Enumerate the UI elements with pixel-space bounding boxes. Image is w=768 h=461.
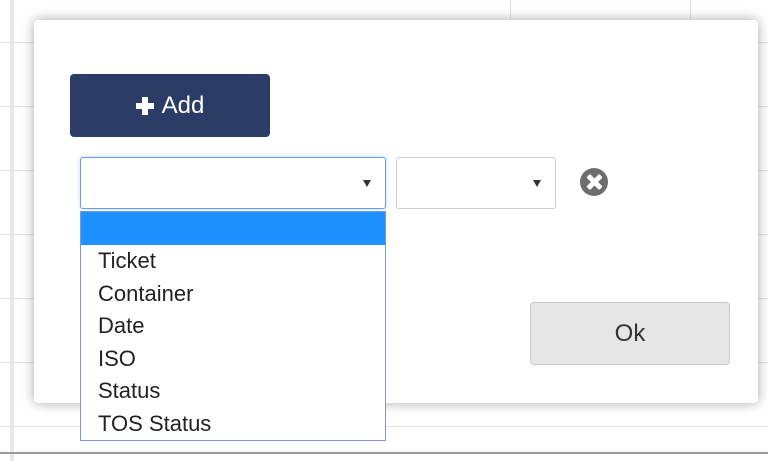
- background-frame-bottom: [0, 452, 768, 454]
- background-frame: [10, 0, 14, 461]
- ok-button[interactable]: Ok: [530, 302, 730, 365]
- chevron-down-icon: [533, 180, 541, 187]
- background-column-divider: [690, 0, 691, 18]
- dropdown-option-ticket[interactable]: Ticket: [81, 245, 385, 278]
- plus-icon: [135, 96, 154, 115]
- dropdown-option-tos-status[interactable]: TOS Status: [81, 408, 385, 441]
- dropdown-option-iso[interactable]: ISO: [81, 343, 385, 376]
- dropdown-option-container[interactable]: Container: [81, 278, 385, 311]
- chevron-down-icon: [363, 180, 371, 187]
- field-select[interactable]: [80, 157, 386, 209]
- dropdown-option-date[interactable]: Date: [81, 310, 385, 343]
- dropdown-option-empty[interactable]: [81, 212, 385, 245]
- add-button-label: Add: [161, 91, 205, 119]
- add-button[interactable]: Add: [70, 74, 270, 137]
- remove-circle-icon[interactable]: [580, 168, 608, 196]
- ok-button-label: Ok: [614, 319, 646, 347]
- field-dropdown-list: Ticket Container Date ISO Status TOS Sta…: [80, 211, 386, 441]
- dropdown-option-status[interactable]: Status: [81, 375, 385, 408]
- operator-select[interactable]: [396, 157, 556, 209]
- background-column-divider: [510, 0, 511, 18]
